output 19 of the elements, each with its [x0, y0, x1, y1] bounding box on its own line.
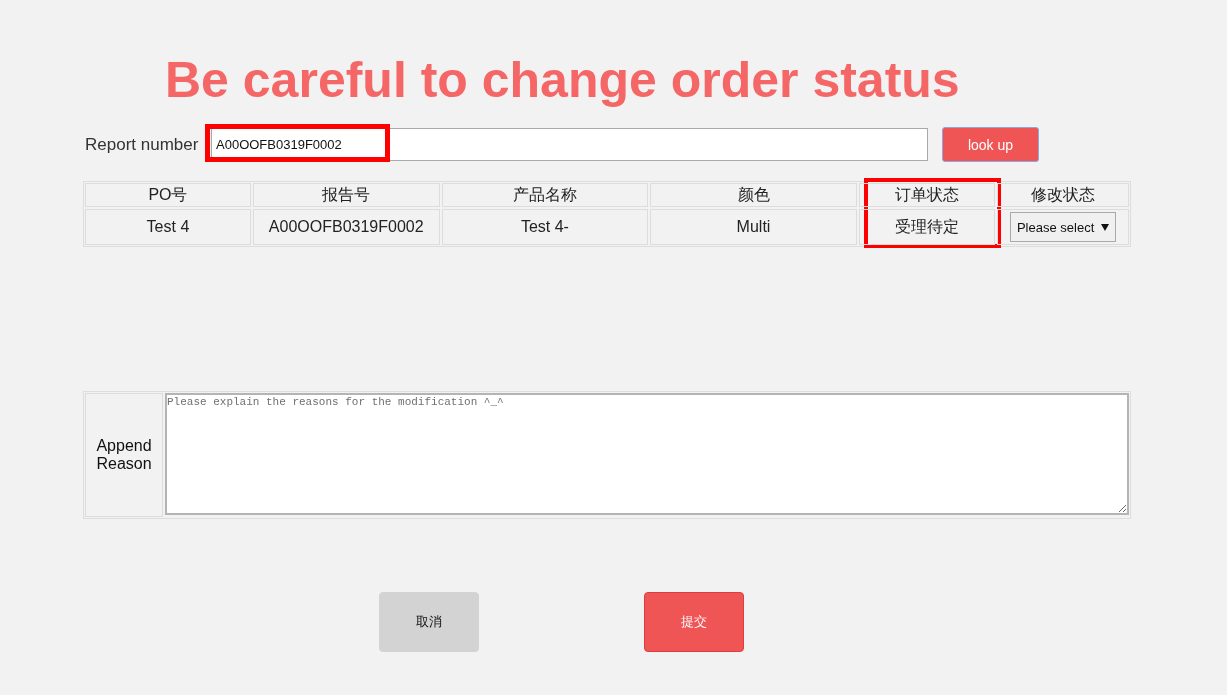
cancel-button[interactable]: 取消 — [379, 592, 479, 652]
column-header: 修改状态 — [996, 183, 1129, 207]
column-header: 颜色 — [650, 183, 857, 207]
table-cell: Test 4 — [85, 209, 251, 245]
column-header: 报告号 — [252, 183, 440, 207]
column-header: 订单状态 — [858, 183, 995, 207]
reason-textarea[interactable]: Please explain the reasons for the modification ^_^ — [165, 393, 1129, 515]
column-header: 产品名称 — [441, 183, 649, 207]
page-title: Be careful to change order status — [165, 51, 960, 110]
report-number-field[interactable]: A00OOFB0319F0002 — [211, 128, 928, 161]
table-cell: 受理待定 — [858, 209, 995, 245]
column-header: PO号 — [85, 183, 251, 207]
table-cell: Multi — [650, 209, 857, 245]
status-select[interactable]: Please select — [1009, 212, 1116, 242]
reason-label: Append Reason — [85, 393, 163, 517]
field-label: Report number — [85, 134, 200, 155]
table-cell: A00OOFB0319F0002 — [252, 209, 440, 245]
caret-icon — [1100, 223, 1109, 231]
table-cell: Test 4- — [441, 209, 649, 245]
